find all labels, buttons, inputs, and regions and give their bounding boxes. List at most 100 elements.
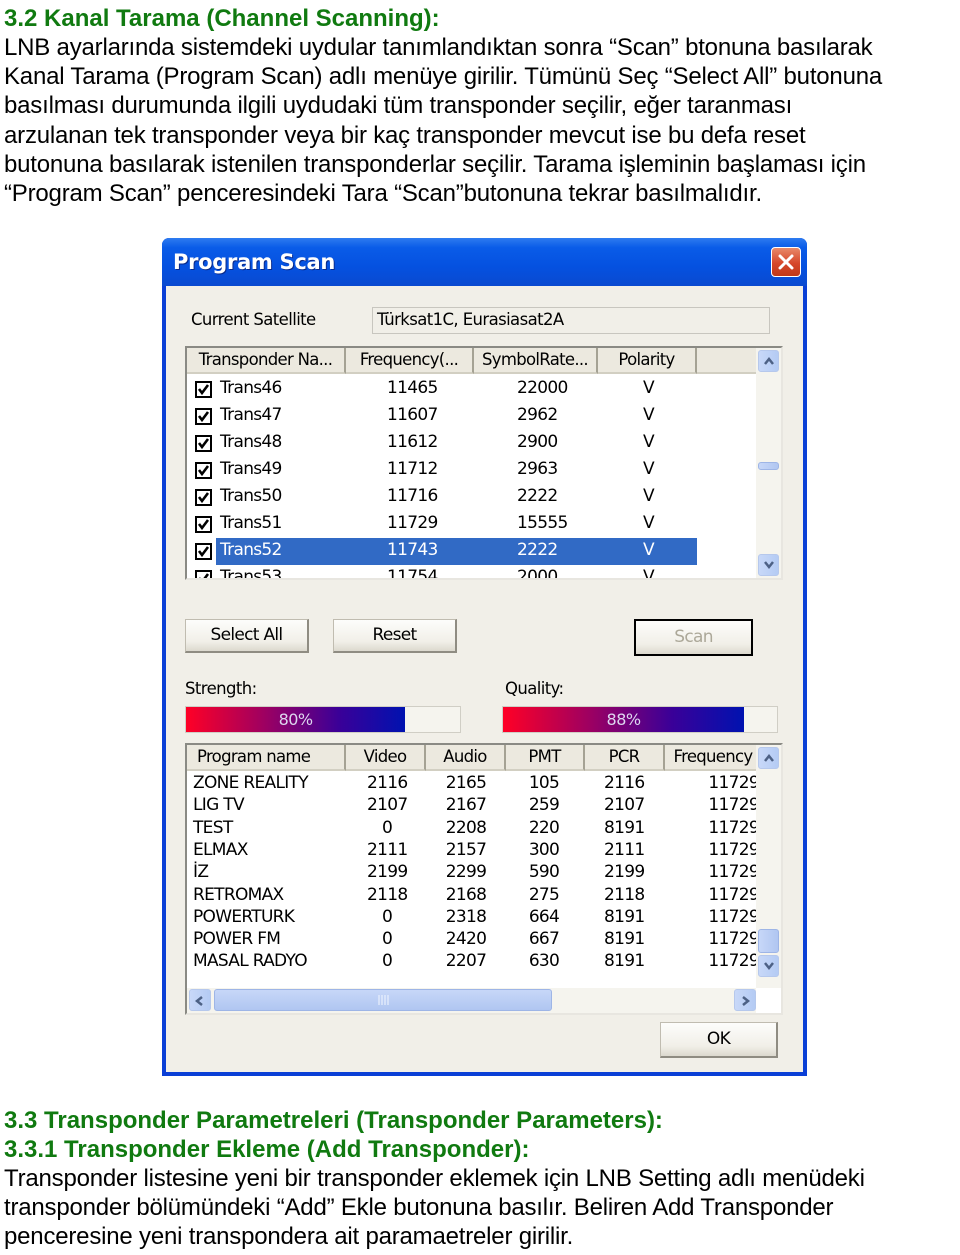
scroll-right-button[interactable]	[734, 989, 756, 1011]
window-titlebar[interactable]: Program Scan	[162, 238, 807, 286]
transponder-name: Trans49	[220, 459, 282, 479]
transponder-polarity: V	[643, 540, 655, 560]
program-pcr: 2199	[604, 862, 645, 883]
current-satellite-field: Türksat1C, Eurasiasat2A	[372, 307, 770, 334]
reset-button[interactable]: Reset	[333, 619, 457, 653]
column-header-pcr[interactable]: PCR	[585, 745, 665, 771]
column-header-transponder-name[interactable]: Transponder Na...	[187, 348, 346, 374]
column-header-polarity[interactable]: Polarity	[598, 348, 697, 374]
program-pcr: 2116	[604, 773, 645, 793]
program-row[interactable]: RETROMAX 2118 2168 275 2118 11729	[187, 885, 760, 907]
program-row[interactable]: MASAL RADYO 0 2207 630 8191 11729	[187, 951, 760, 973]
transponder-checkbox[interactable]	[195, 543, 212, 560]
program-audio: 2165	[445, 773, 487, 793]
transponder-checkbox[interactable]	[195, 570, 212, 578]
transponder-checkbox[interactable]	[195, 462, 212, 479]
program-name: RETROMAX	[193, 884, 284, 905]
program-row[interactable]: POWERTURK 0 2318 664 8191 11729	[187, 907, 760, 929]
program-audio: 2167	[445, 795, 487, 816]
program-pmt: 667	[528, 929, 560, 950]
column-header-video[interactable]: Video	[346, 745, 426, 771]
transponder-frequency: 11743	[387, 540, 438, 560]
transponder-list[interactable]: Transponder Na... Frequency(... SymbolRa…	[185, 346, 783, 580]
program-list-vertical-scrollbar[interactable]	[756, 745, 781, 988]
column-header-program-name[interactable]: Program name	[187, 745, 346, 771]
program-list[interactable]: Program name Video Audio PMT PCR Frequen…	[185, 743, 783, 1015]
program-scan-window: Program Scan Current Satellite Türksat1C…	[162, 238, 807, 1076]
scan-button[interactable]: Scan	[634, 619, 753, 656]
column-header-symbol-rate[interactable]: SymbolRate...	[474, 348, 598, 374]
program-row[interactable]: TEST 0 2208 220 8191 11729	[187, 818, 760, 840]
transponder-frequency: 11465	[387, 378, 438, 398]
program-row[interactable]: POWER FM 0 2420 667 8191 11729	[187, 929, 760, 951]
program-video: 0	[381, 817, 393, 838]
column-header-frequency[interactable]: Frequency(...	[346, 348, 474, 374]
transponder-row[interactable]: Trans52 11743 2222 V	[187, 538, 697, 565]
program-pcr: 8191	[604, 951, 645, 972]
program-pcr: 2118	[604, 884, 645, 905]
column-header-pmt[interactable]: PMT	[506, 745, 585, 771]
program-audio: 2318	[445, 906, 487, 927]
transponder-row[interactable]: Trans51 11729 15555 V	[187, 511, 697, 538]
section-heading-transponder-parameters: 3.3 Transponder Parametreleri (Transpond…	[4, 1107, 663, 1134]
paragraph-line: butonuna basılarak istenilen transponder…	[4, 150, 866, 178]
scroll-thumb[interactable]	[758, 929, 779, 953]
program-pcr: 8191	[604, 929, 645, 950]
transponder-checkbox[interactable]	[195, 381, 212, 398]
scroll-up-button[interactable]	[758, 747, 779, 769]
select-all-button[interactable]: Select All	[185, 619, 309, 653]
transponder-row[interactable]: Trans48 11612 2900 V	[187, 430, 697, 457]
transponder-row[interactable]: Trans47 11607 2962 V	[187, 403, 697, 430]
scroll-down-button[interactable]	[758, 554, 779, 576]
transponder-polarity: V	[643, 405, 655, 425]
scroll-left-button[interactable]	[189, 989, 211, 1011]
program-video: 0	[381, 951, 393, 972]
program-row[interactable]: ZONE REALITY 2116 2165 105 2116 11729	[187, 773, 760, 795]
chevron-down-icon	[764, 561, 774, 570]
program-name: POWER FM	[193, 929, 281, 950]
program-pcr: 2111	[604, 839, 645, 860]
transponder-row[interactable]: Trans53 11754 2000 V	[187, 565, 697, 578]
program-name: ELMAX	[193, 839, 248, 860]
transponder-name: Trans50	[220, 486, 282, 506]
column-header-audio[interactable]: Audio	[426, 745, 506, 771]
current-satellite-label: Current Satellite	[191, 310, 316, 329]
paragraph-line: Kanal Tarama (Program Scan) adlı menüye …	[4, 63, 883, 91]
program-row[interactable]: LIG TV 2107 2167 259 2107 11729	[187, 795, 760, 817]
transponder-list-vertical-scrollbar[interactable]	[756, 348, 781, 578]
transponder-row[interactable]: Trans46 11465 22000 V	[187, 376, 697, 403]
row-body	[216, 484, 697, 511]
transponder-checkbox[interactable]	[195, 516, 212, 533]
transponder-checkbox[interactable]	[195, 435, 212, 452]
scroll-thumb[interactable]	[758, 462, 779, 470]
program-row[interactable]: İZ 2199 2299 590 2199 11729	[187, 862, 760, 884]
column-header-filler	[697, 348, 760, 374]
program-audio: 2207	[445, 951, 487, 972]
horizontal-scroll-thumb[interactable]	[214, 989, 552, 1011]
program-audio: 2208	[445, 817, 487, 838]
program-frequency: 11729	[708, 862, 759, 883]
current-satellite-value: Türksat1C, Eurasiasat2A	[377, 310, 564, 329]
strength-label: Strength:	[185, 679, 257, 698]
scroll-down-button[interactable]	[758, 955, 779, 977]
transponder-checkbox[interactable]	[195, 489, 212, 506]
column-header-frequency[interactable]: Frequency	[665, 745, 761, 771]
program-name: LIG TV	[193, 795, 245, 816]
ok-button[interactable]: OK	[660, 1022, 778, 1058]
program-list-horizontal-scrollbar[interactable]	[187, 988, 756, 1013]
program-row[interactable]: ELMAX 2111 2157 300 2111 11729	[187, 840, 760, 862]
program-frequency: 11729	[708, 839, 759, 860]
program-frequency: 11729	[708, 795, 759, 816]
program-frequency: 11729	[708, 773, 759, 793]
paragraph-line: transponder bölümündeki “Add” Ekle buton…	[4, 1194, 834, 1222]
transponder-frequency: 11612	[387, 432, 438, 452]
chevron-left-icon	[194, 996, 203, 1006]
program-frequency: 11729	[708, 906, 759, 927]
checkmark-icon	[197, 519, 210, 531]
close-button[interactable]	[771, 247, 801, 277]
transponder-checkbox[interactable]	[195, 408, 212, 425]
transponder-row[interactable]: Trans49 11712 2963 V	[187, 457, 697, 484]
scroll-up-button[interactable]	[758, 350, 779, 372]
program-audio: 2157	[445, 839, 487, 860]
transponder-row[interactable]: Trans50 11716 2222 V	[187, 484, 697, 511]
